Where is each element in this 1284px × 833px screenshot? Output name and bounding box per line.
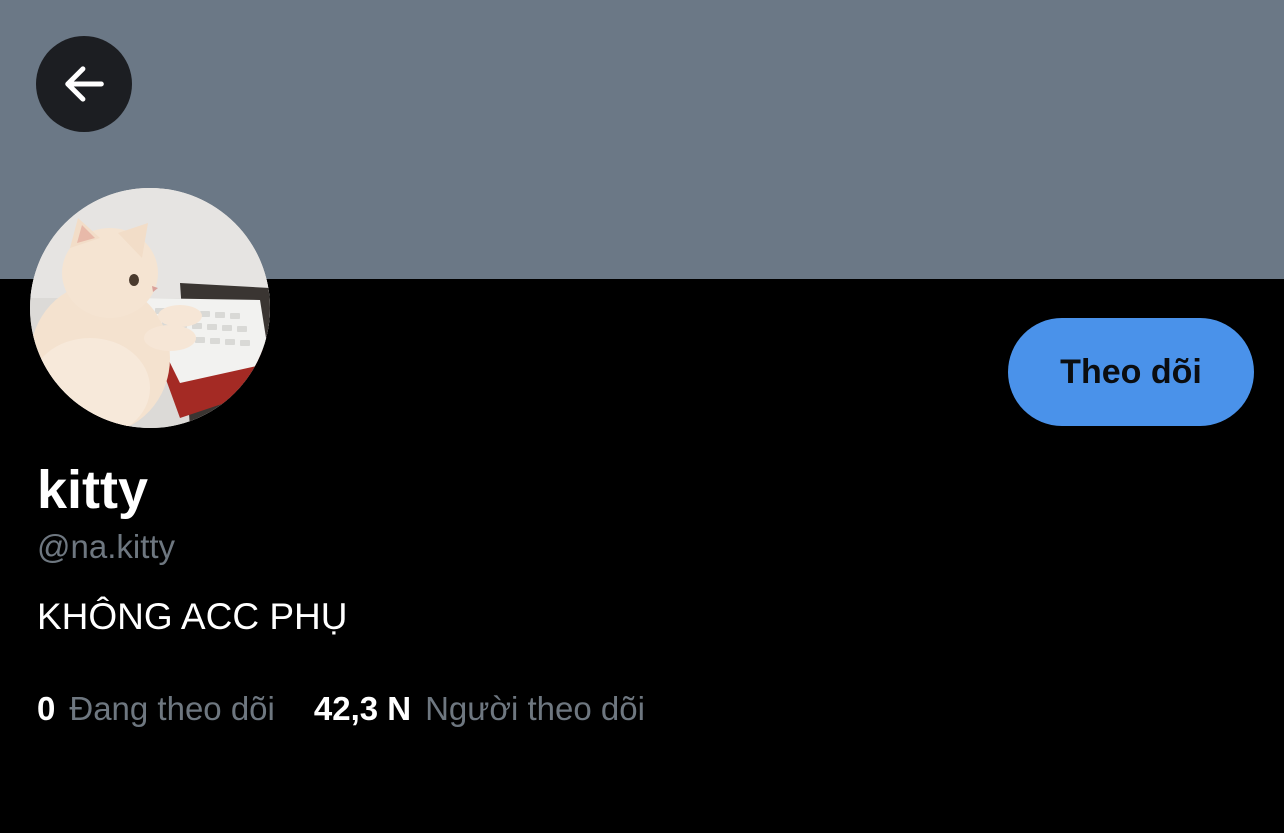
avatar[interactable] — [30, 188, 270, 428]
followers-stat[interactable]: 42,3 N Người theo dõi — [314, 686, 645, 732]
profile-page: Theo dõi kitty @na.kitty KHÔNG ACC PHỤ 0… — [0, 0, 1284, 833]
following-label: Đang theo dõi — [69, 690, 275, 727]
arrow-left-icon — [65, 66, 104, 102]
followers-label: Người theo dõi — [425, 690, 645, 727]
follow-button[interactable]: Theo dõi — [1008, 318, 1254, 426]
profile-bio: KHÔNG ACC PHỤ — [37, 596, 348, 637]
display-name: kitty — [37, 460, 149, 520]
followers-count: 42,3 N — [313, 690, 412, 727]
following-count: 0 — [37, 690, 56, 727]
user-handle: @na.kitty — [37, 528, 176, 565]
back-button[interactable] — [36, 36, 132, 132]
cat-avatar-image — [30, 188, 270, 428]
follow-stats: 0 Đang theo dõi 42,3 N Người theo dõi — [37, 686, 645, 732]
following-stat[interactable]: 0 Đang theo dõi — [37, 686, 275, 732]
